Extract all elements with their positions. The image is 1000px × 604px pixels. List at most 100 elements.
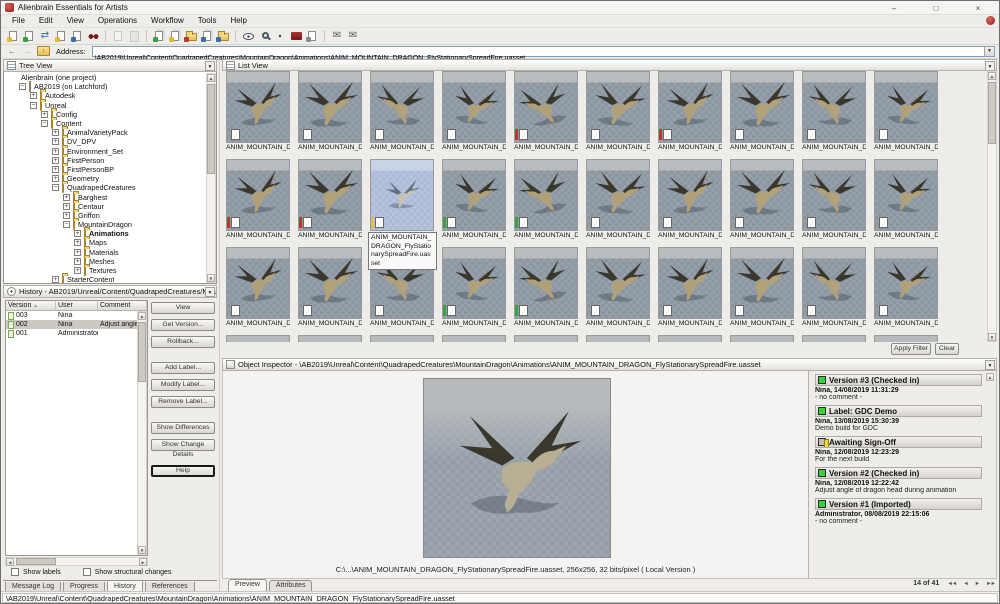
- show-preview-icon[interactable]: [240, 29, 256, 44]
- next-page-icon[interactable]: ►: [975, 581, 979, 587]
- history-row[interactable]: 001Administrator: [6, 329, 147, 338]
- expand-icon[interactable]: +: [63, 203, 70, 210]
- tree-item-centaur[interactable]: +Centaur: [6, 202, 216, 211]
- history-column-comment[interactable]: Comment: [98, 301, 147, 311]
- asset-thumbnail[interactable]: [226, 71, 290, 143]
- refresh-view-icon[interactable]: [304, 29, 320, 44]
- tree-item-barghest[interactable]: +Barghest: [6, 192, 216, 201]
- menu-edit[interactable]: Edit: [32, 15, 60, 27]
- grid-scrollbar[interactable]: ▲ ▼: [987, 71, 997, 342]
- version-entry[interactable]: Awaiting Sign-OffNina, 12/08/2019 12:23:…: [815, 436, 982, 463]
- history-column-user[interactable]: User: [56, 301, 98, 311]
- tree-item-firstpersonbp[interactable]: +FirstPersonBP: [6, 165, 216, 174]
- asset-thumbnail[interactable]: [514, 159, 578, 231]
- zoom-icon[interactable]: [256, 29, 272, 44]
- scroll-thumb[interactable]: [138, 322, 146, 382]
- asset-thumbnail[interactable]: [442, 247, 506, 319]
- scroll-thumb[interactable]: [207, 84, 215, 174]
- scroll-down-icon[interactable]: ▼: [138, 546, 146, 554]
- tree-item-animalvarietypack[interactable]: +AnimalVarietyPack: [6, 128, 216, 137]
- tree-item-autodesk[interactable]: +Autodesk: [6, 91, 216, 100]
- expand-icon[interactable]: +: [52, 138, 59, 145]
- tree-item-alienbrain-one-project-[interactable]: Alienbrain (one project): [6, 73, 216, 82]
- scroll-thumb[interactable]: [16, 558, 56, 565]
- check-in-icon[interactable]: [53, 29, 69, 44]
- asset-thumbnail-partial[interactable]: [370, 335, 434, 342]
- maximize-button[interactable]: □: [915, 1, 957, 15]
- show-change-details-button[interactable]: Show Change Details: [151, 439, 215, 451]
- list-view-menu-icon[interactable]: ▼: [985, 61, 995, 71]
- tree-item-config[interactable]: +Config: [6, 110, 216, 119]
- history-row[interactable]: 002NinaAdjust angle of dragon head durin…: [6, 320, 147, 329]
- view-button[interactable]: View: [151, 302, 215, 314]
- scroll-up-icon[interactable]: ▲: [988, 72, 996, 80]
- asset-thumbnail-partial[interactable]: [586, 335, 650, 342]
- asset-thumbnail[interactable]: [442, 159, 506, 231]
- menu-view[interactable]: View: [60, 15, 91, 27]
- asset-thumbnail[interactable]: [658, 71, 722, 143]
- apply-filter-button[interactable]: Apply Filter: [891, 343, 931, 355]
- menu-operations[interactable]: Operations: [91, 15, 144, 27]
- scroll-thumb[interactable]: [988, 82, 996, 144]
- tree-item-quadrapedcreatures[interactable]: −QuadrapedCreatures: [6, 183, 216, 192]
- menu-workflow[interactable]: Workflow: [144, 15, 191, 27]
- show-differences-button[interactable]: Show Differences: [151, 422, 215, 434]
- scroll-up-icon[interactable]: ▲: [138, 312, 146, 320]
- check-out-icon[interactable]: [21, 29, 37, 44]
- asset-thumbnail[interactable]: [514, 71, 578, 143]
- collapse-icon[interactable]: −: [63, 221, 70, 228]
- tree-item-animations[interactable]: +Animations: [6, 229, 216, 238]
- asset-thumbnail-partial[interactable]: [730, 335, 794, 342]
- first-page-icon[interactable]: ◄◄: [947, 581, 956, 587]
- collapse-icon[interactable]: −: [19, 83, 26, 90]
- asset-thumbnail-partial[interactable]: [802, 335, 866, 342]
- remove-label--button[interactable]: Remove Label...: [151, 396, 215, 408]
- back-button[interactable]: ←: [5, 46, 19, 57]
- up-folder-button[interactable]: ↑: [37, 46, 50, 56]
- asset-thumbnail[interactable]: [226, 247, 290, 319]
- asset-thumbnail[interactable]: [730, 159, 794, 231]
- asset-thumbnail[interactable]: [586, 159, 650, 231]
- reference-tree-icon[interactable]: [199, 29, 215, 44]
- scroll-down-icon[interactable]: ▼: [207, 274, 215, 282]
- tree-item-startercontent[interactable]: +StarterContent: [6, 275, 216, 284]
- version-entry[interactable]: Version #1 (Imported)Administrator, 08/0…: [815, 498, 982, 525]
- asset-thumbnail[interactable]: [658, 159, 722, 231]
- menu-file[interactable]: File: [5, 15, 32, 27]
- asset-thumbnail[interactable]: [586, 71, 650, 143]
- asset-thumbnail[interactable]: [658, 247, 722, 319]
- expand-icon[interactable]: +: [52, 166, 59, 173]
- expand-icon[interactable]: +: [74, 249, 81, 256]
- history-v-scrollbar[interactable]: ▲ ▼: [137, 311, 147, 555]
- asset-thumbnail[interactable]: [802, 159, 866, 231]
- asset-thumbnail[interactable]: [298, 247, 362, 319]
- tree-scrollbar[interactable]: ▲ ▼: [206, 73, 216, 283]
- collapse-icon[interactable]: −: [30, 102, 37, 109]
- rollback--button[interactable]: Rollback...: [151, 336, 215, 348]
- tab-preview[interactable]: Preview: [228, 579, 267, 591]
- find-icon[interactable]: [85, 29, 101, 44]
- tree-item-materials[interactable]: +Materials: [6, 248, 216, 257]
- tree-item-firstperson[interactable]: +FirstPerson: [6, 156, 216, 165]
- history-column-version[interactable]: Version▲: [6, 301, 56, 311]
- tree-item-environment-set[interactable]: +Environment_Set: [6, 147, 216, 156]
- checkbox-show-labels[interactable]: Show labels: [11, 568, 61, 576]
- tree-item-unreal[interactable]: −Unreal: [6, 101, 216, 110]
- previous-page-icon[interactable]: ◄: [963, 581, 967, 587]
- tree-item-textures[interactable]: +Textures: [6, 266, 216, 275]
- scroll-down-icon[interactable]: ▼: [988, 333, 996, 341]
- asset-thumbnail[interactable]: [802, 71, 866, 143]
- add-label--button[interactable]: Add Label...: [151, 362, 215, 374]
- mail-options-icon[interactable]: ✉: [345, 29, 361, 44]
- submit-pending-icon[interactable]: [167, 29, 183, 44]
- asset-thumbnail[interactable]: [730, 247, 794, 319]
- menu-help[interactable]: Help: [223, 15, 253, 27]
- versions-scroll-up-icon[interactable]: ▲: [986, 373, 994, 381]
- expand-icon[interactable]: +: [74, 230, 81, 237]
- checkbox-icon[interactable]: [83, 568, 91, 576]
- expand-icon[interactable]: +: [63, 194, 70, 201]
- copy-icon[interactable]: [110, 29, 126, 44]
- zoom-options-icon[interactable]: ▾: [272, 29, 288, 44]
- browse-database-icon[interactable]: [215, 29, 231, 44]
- collapse-icon[interactable]: −: [41, 120, 48, 127]
